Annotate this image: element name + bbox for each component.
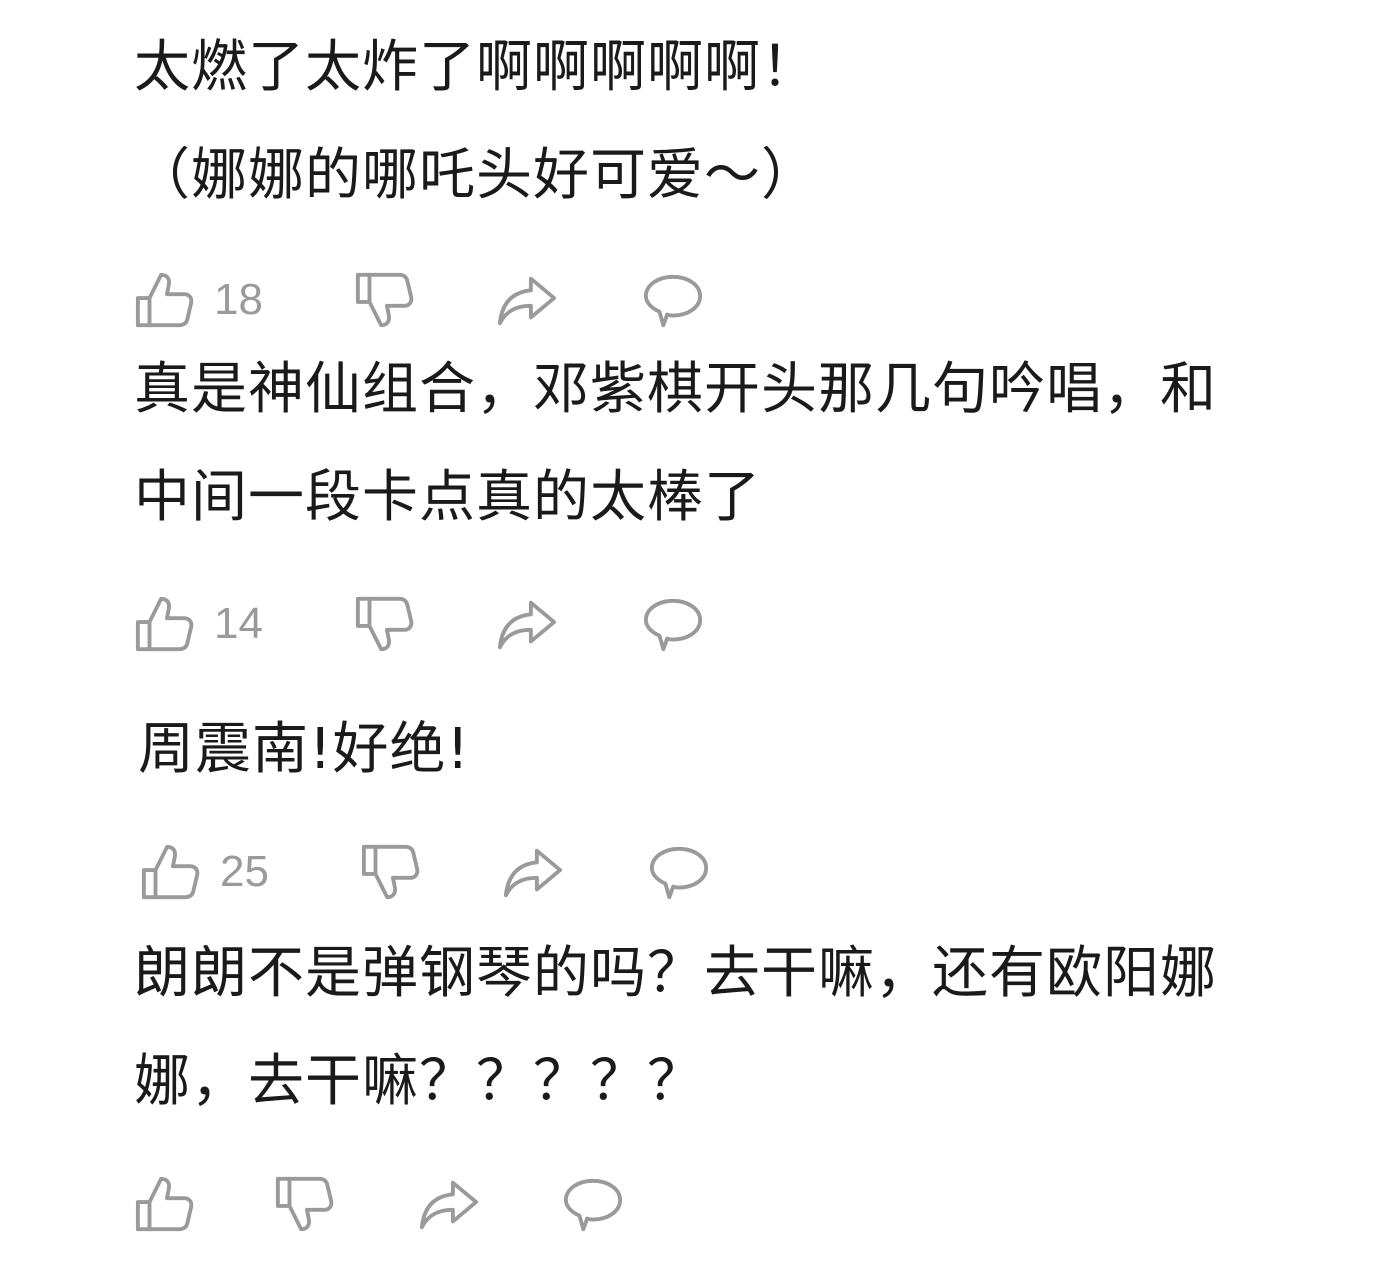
share-button[interactable] (494, 268, 560, 332)
comment-action-bar (134, 1172, 834, 1236)
like-button[interactable] (134, 1172, 214, 1236)
share-button[interactable] (500, 840, 566, 904)
comment-action-bar: 14 (134, 592, 834, 656)
share-icon (494, 269, 560, 331)
reply-icon (560, 1173, 626, 1235)
reply-icon (640, 593, 706, 655)
share-icon (500, 841, 566, 903)
thumbs-up-icon (134, 1173, 196, 1235)
thumbs-down-icon (360, 841, 422, 903)
reply-button[interactable] (640, 592, 706, 656)
dislike-button[interactable] (354, 592, 416, 656)
comment-text-line: （娜娜的哪吒头好可爱～） (134, 143, 818, 208)
comment-text-line: 周震南!好绝! (138, 717, 470, 782)
reply-icon (640, 269, 706, 331)
comment-action-bar: 25 (140, 840, 840, 904)
comment-text: 朗朗不是弹钢琴的吗？去干嘛，还有欧阳娜 娜，去干嘛？？？？？ (134, 920, 1217, 1136)
thumbs-down-icon (274, 1173, 336, 1235)
comment-action-bar: 18 (134, 268, 834, 332)
like-button[interactable]: 14 (134, 592, 263, 656)
dislike-button[interactable] (354, 268, 416, 332)
comment-text: 周震南!好绝! (138, 696, 470, 804)
reply-icon (646, 841, 712, 903)
thumbs-up-icon (140, 841, 202, 903)
like-count: 18 (214, 275, 263, 324)
dislike-button[interactable] (274, 1172, 336, 1236)
comment-text-line: 真是神仙组合，邓紫棋开头那几句吟唱，和 (134, 357, 1217, 422)
reply-button[interactable] (560, 1172, 626, 1236)
share-button[interactable] (494, 592, 560, 656)
like-count: 25 (220, 847, 269, 896)
dislike-button[interactable] (360, 840, 422, 904)
comment-text-line: 娜，去干嘛？？？？？ (134, 1049, 704, 1114)
thumbs-down-icon (354, 593, 416, 655)
comment-text-line: 太燃了太炸了啊啊啊啊啊！ (134, 35, 818, 100)
share-button[interactable] (416, 1172, 482, 1236)
share-icon (494, 593, 560, 655)
reply-button[interactable] (640, 268, 706, 332)
comment-text: 太燃了太炸了啊啊啊啊啊！ （娜娜的哪吒头好可爱～） (134, 14, 818, 230)
share-icon (416, 1173, 482, 1235)
comment-text-line: 朗朗不是弹钢琴的吗？去干嘛，还有欧阳娜 (134, 941, 1217, 1006)
comment-text: 真是神仙组合，邓紫棋开头那几句吟唱，和 中间一段卡点真的太棒了 (134, 336, 1217, 552)
reply-button[interactable] (646, 840, 712, 904)
thumbs-down-icon (354, 269, 416, 331)
comment-text-line: 中间一段卡点真的太棒了 (134, 465, 761, 530)
like-button[interactable]: 18 (134, 268, 263, 332)
thumbs-up-icon (134, 269, 196, 331)
like-button[interactable]: 25 (140, 840, 269, 904)
like-count: 14 (214, 599, 263, 648)
thumbs-up-icon (134, 593, 196, 655)
